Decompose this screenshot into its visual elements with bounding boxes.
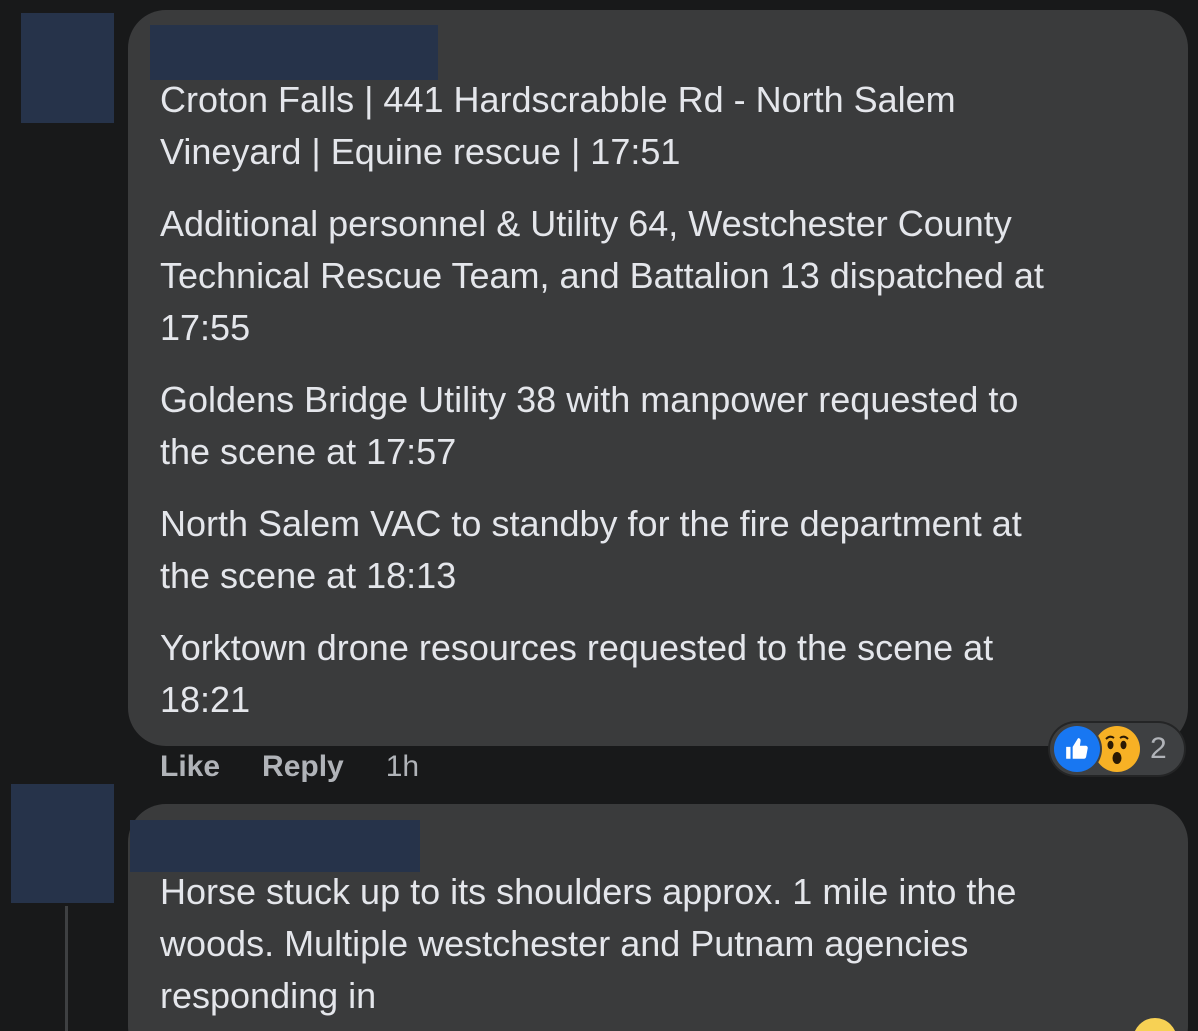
timestamp[interactable]: 1h <box>386 750 419 784</box>
comment-bubble: Horse stuck up to its shoulders approx. … <box>128 804 1188 1031</box>
comment-paragraph: Yorktown drone resources requested to th… <box>160 627 994 720</box>
comment-paragraph: Horse stuck up to its shoulders approx. … <box>160 871 1017 1016</box>
avatar[interactable] <box>21 13 114 123</box>
wow-icon <box>1094 726 1140 772</box>
comment-actions: Like Reply 1h <box>160 750 419 784</box>
comment-paragraph: North Salem VAC to standby for the fire … <box>160 503 1022 596</box>
comment-paragraph: Croton Falls | 441 Hardscrabble Rd - Nor… <box>160 79 956 172</box>
reply-button[interactable]: Reply <box>262 750 344 784</box>
comment-paragraph: Goldens Bridge Utility 38 with manpower … <box>160 379 1019 472</box>
reactions-summary[interactable]: 2 <box>1050 723 1184 775</box>
avatar[interactable] <box>11 784 114 903</box>
like-icon <box>1054 726 1100 772</box>
comment-bubble: Croton Falls | 441 Hardscrabble Rd - Nor… <box>128 10 1188 746</box>
reaction-count: 2 <box>1150 732 1167 765</box>
author-name-redacted[interactable] <box>130 820 420 872</box>
comment-thread: Croton Falls | 441 Hardscrabble Rd - Nor… <box>0 0 1198 1031</box>
comment-paragraph: Additional personnel & Utility 64, Westc… <box>160 203 1044 348</box>
like-button[interactable]: Like <box>160 750 220 784</box>
thread-line <box>65 906 68 1031</box>
author-name-redacted[interactable] <box>150 25 438 80</box>
